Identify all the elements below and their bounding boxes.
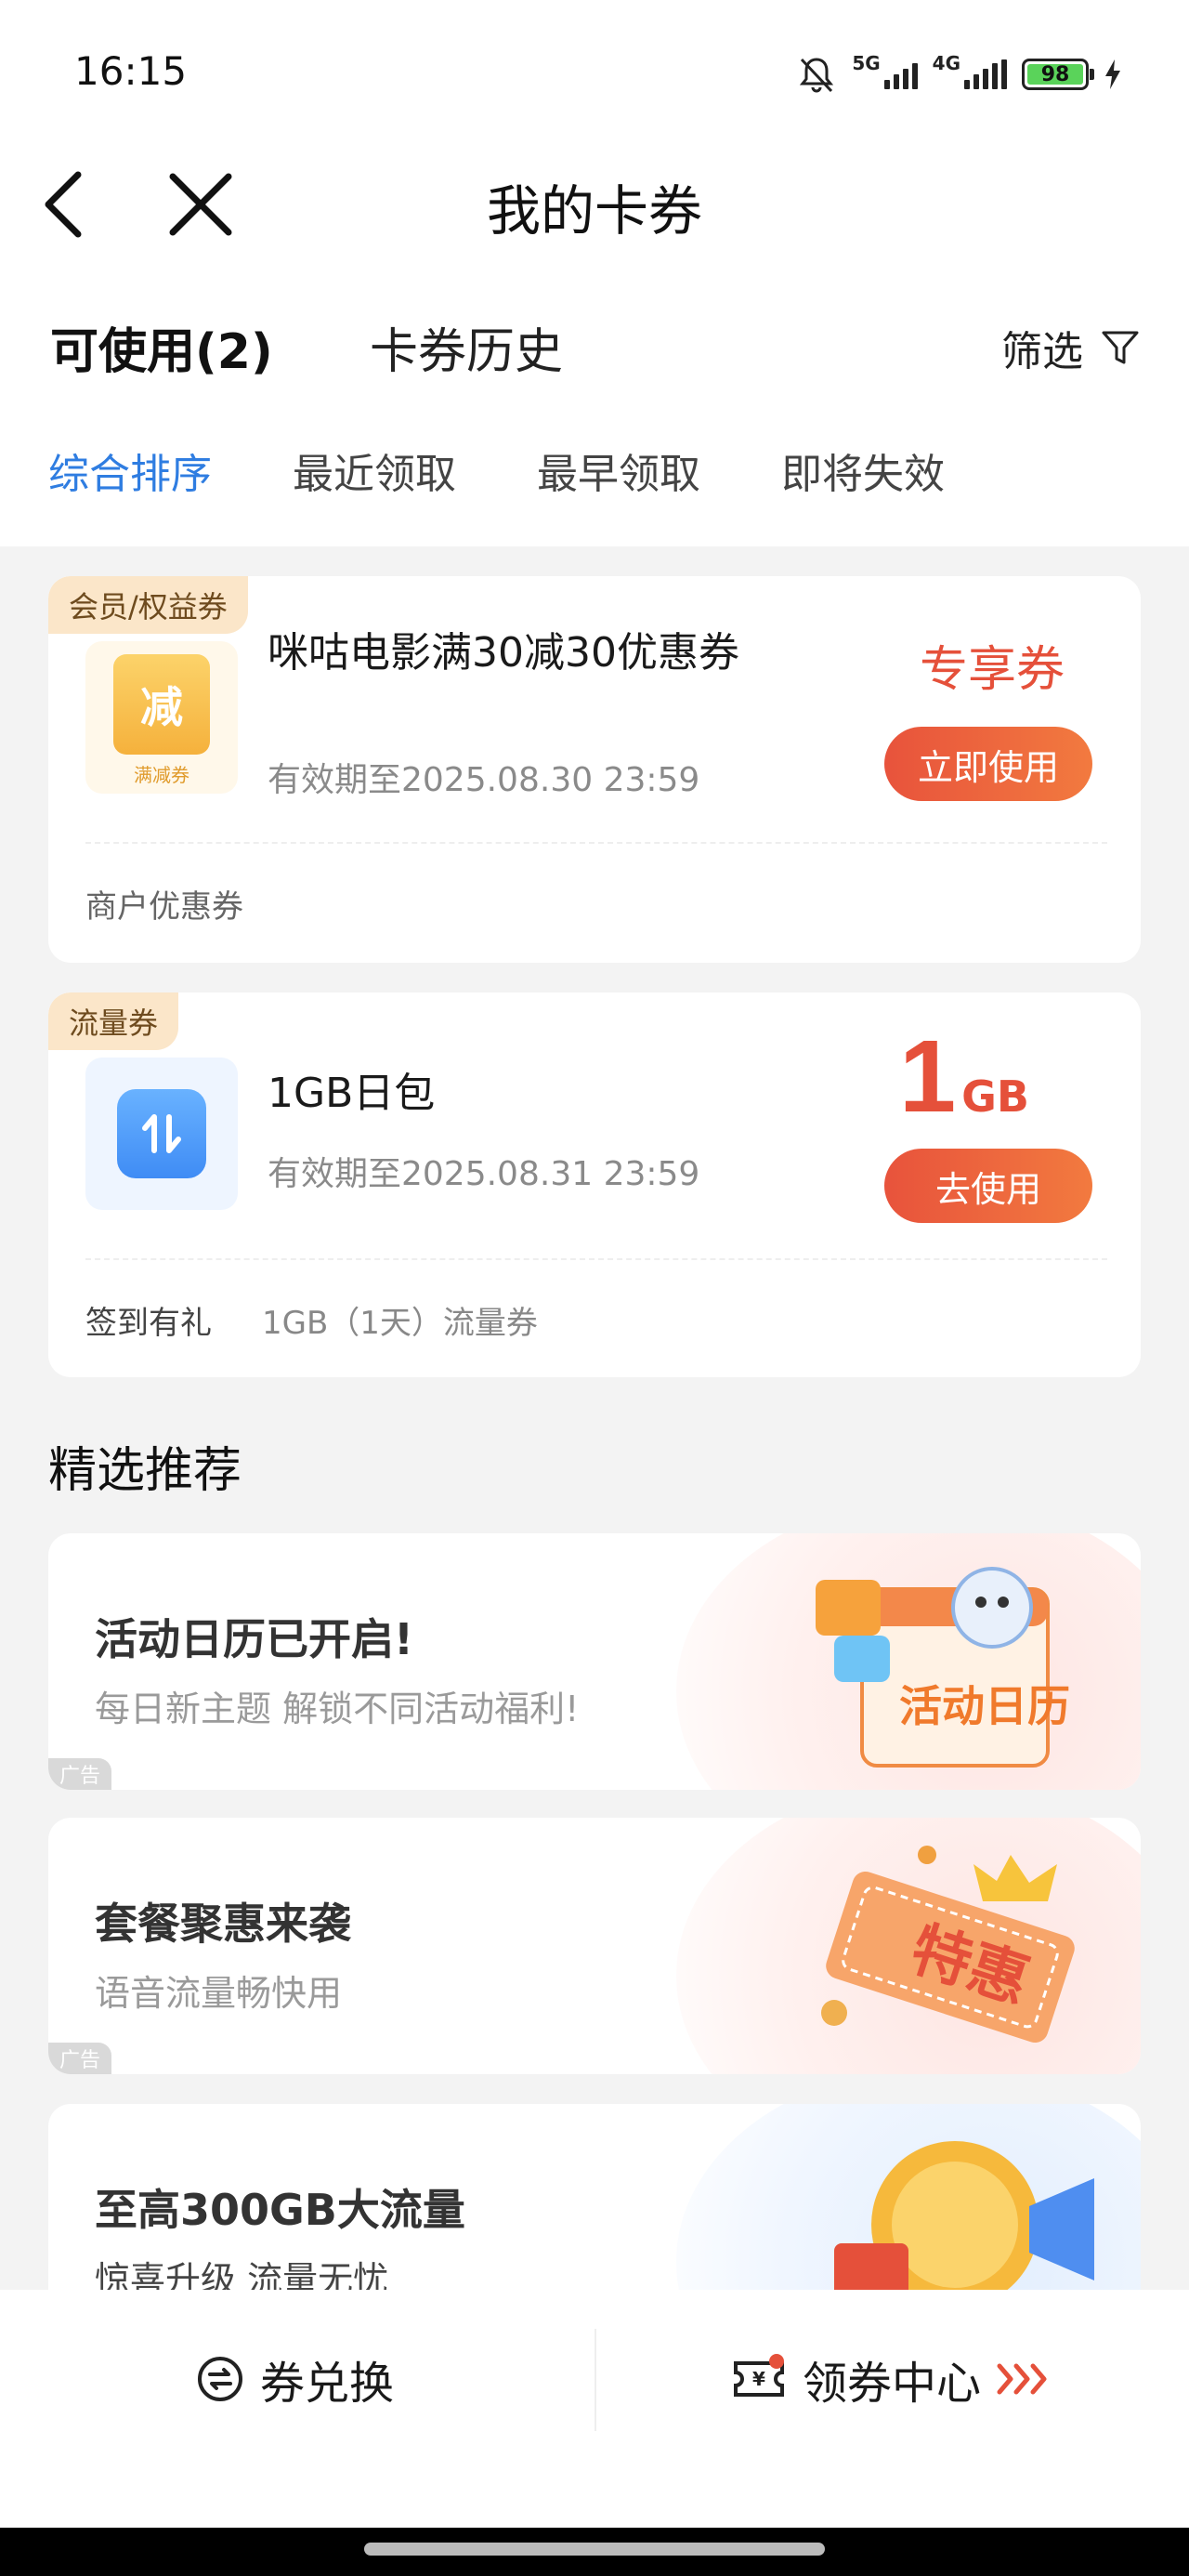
- coupon-name: 咪咕电影满30减30优惠券: [268, 629, 739, 677]
- sort-options: 综合排序 最近领取 最早领取 即将失效: [0, 440, 1189, 506]
- ad-tag: 广告: [48, 2043, 112, 2074]
- discount-icon: 减: [113, 654, 210, 755]
- signal-4g-icon: [964, 59, 1007, 89]
- promo-title: 活动日历已开启!: [95, 1614, 413, 1664]
- charging-icon: [1105, 59, 1120, 89]
- status-icons: 5G 4G 98: [796, 52, 1122, 97]
- data-amount: 1 GB: [899, 1026, 1029, 1128]
- coupon-card[interactable]: 会员/权益券 减 满减券 咪咕电影满30减30优惠券 有效期至2025.08.3…: [48, 576, 1141, 963]
- sort-comprehensive[interactable]: 综合排序: [48, 440, 212, 500]
- network-5g-label: 5G: [852, 52, 881, 74]
- coupon-center-button[interactable]: ¥ 领券中心: [730, 2342, 1052, 2416]
- sort-expiring[interactable]: 即将失效: [781, 440, 945, 500]
- exclusive-badge: 专享券: [919, 642, 1065, 698]
- discount-caption: 满减券: [134, 764, 189, 786]
- coupon-description: 1GB（1天）流量券: [262, 1305, 538, 1342]
- sort-recent[interactable]: 最近领取: [293, 440, 456, 500]
- coupon-icon: [85, 1058, 238, 1210]
- section-title: 精选推荐: [48, 1443, 242, 1499]
- exchange-icon: [198, 2357, 242, 2401]
- coupon-card[interactable]: 流量券 1GB日包 有效期至2025.08.31 23:59 1 GB 去使用 …: [48, 992, 1141, 1377]
- ad-tag: 广告: [48, 1758, 112, 1790]
- bottom-bar-separator: [594, 2329, 596, 2431]
- card-divider: [85, 1258, 1107, 1260]
- network-4g-label: 4G: [932, 52, 960, 74]
- page-title: 我的卡券: [486, 179, 702, 243]
- nav-bar: 我的卡券: [0, 149, 1189, 260]
- data-transfer-icon: [117, 1089, 206, 1178]
- home-indicator[interactable]: [364, 2543, 825, 2556]
- coupon-type-tag: 流量券: [48, 992, 179, 1050]
- filter-funnel-icon: [1102, 331, 1139, 364]
- coupon-expiry: 有效期至2025.08.31 23:59: [268, 1155, 700, 1193]
- promo-title: 套餐聚惠来袭: [95, 1899, 351, 1949]
- promo-art-text: 活动日历: [899, 1681, 1070, 1731]
- coupon-source: 商户优惠券: [85, 888, 243, 926]
- coupon-icon: 减 满减券: [85, 641, 238, 794]
- mute-bell-icon: [800, 58, 834, 93]
- data-amount-unit: GB: [961, 1071, 1029, 1122]
- signal-5g-icon: [883, 59, 918, 89]
- promo-banner[interactable]: 套餐聚惠来袭 语音流量畅快用 特惠 广告: [48, 1818, 1141, 2074]
- coupon-expiry: 有效期至2025.08.30 23:59: [268, 761, 700, 799]
- status-bar: 16:15 5G 4G 98: [0, 0, 1189, 149]
- battery-icon: 98: [1022, 59, 1094, 90]
- card-divider: [85, 842, 1107, 844]
- data-amount-value: 1: [898, 1019, 957, 1134]
- tab-history[interactable]: 卡券历史: [370, 312, 563, 382]
- coupon-tabs: 可使用(2) 卡券历史 筛选: [0, 312, 1189, 396]
- promo-title: 至高300GB大流量: [95, 2185, 465, 2235]
- coupon-center-label: 领券中心: [803, 2358, 982, 2410]
- sort-earliest[interactable]: 最早领取: [537, 440, 700, 500]
- coupon-exchange-button[interactable]: 券兑换: [195, 2342, 394, 2416]
- coupon-source: 签到有礼: [85, 1305, 212, 1342]
- coupon-ticket-icon: ¥: [734, 2354, 784, 2397]
- status-time: 16:15: [74, 48, 188, 94]
- triple-chevron-right-icon: [997, 2363, 1047, 2395]
- coupon-name: 1GB日包: [268, 1070, 436, 1117]
- use-now-button[interactable]: 立即使用: [884, 727, 1092, 801]
- filter-label: 筛选: [1001, 328, 1083, 375]
- promo-subtitle: 语音流量畅快用: [95, 1973, 343, 2014]
- coupon-exchange-label: 券兑换: [260, 2358, 395, 2410]
- battery-level: 98: [1027, 63, 1083, 86]
- activity-calendar-illustration: [816, 1567, 1050, 1768]
- promo-banner[interactable]: 活动日历已开启! 每日新主题 解锁不同活动福利! 活动日历 广告: [48, 1533, 1141, 1790]
- tab-available[interactable]: 可使用(2): [50, 312, 273, 382]
- svg-text:¥: ¥: [752, 2368, 765, 2390]
- coupon-type-tag: 会员/权益券: [48, 576, 248, 634]
- go-use-button[interactable]: 去使用: [884, 1149, 1092, 1223]
- promo-subtitle: 每日新主题 解锁不同活动福利!: [95, 1689, 580, 1729]
- filter-button[interactable]: 筛选: [1001, 318, 1141, 377]
